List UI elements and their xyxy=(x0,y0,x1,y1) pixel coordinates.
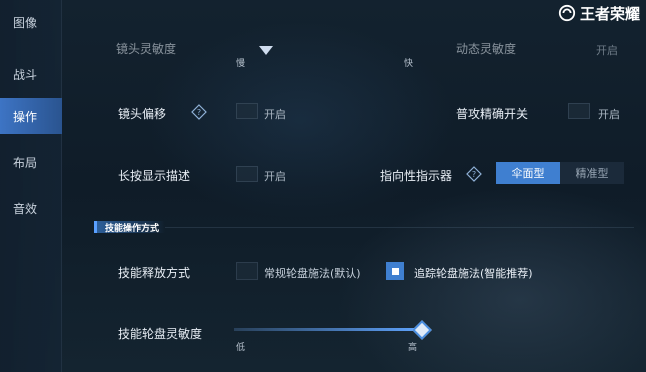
lens-sensitivity-thumb[interactable] xyxy=(259,46,273,55)
release-mode-label: 技能释放方式 xyxy=(118,266,191,280)
sidebar-item-label: 图像 xyxy=(13,15,38,30)
sidebar: 图像 战斗 操作 布局 音效 xyxy=(0,0,62,372)
sidebar-item-combat[interactable]: 战斗 xyxy=(0,56,62,92)
game-logo-icon xyxy=(558,4,576,22)
wheel-sensitivity-label: 技能轮盘灵敏度 xyxy=(118,327,203,341)
watermark-text: 王者荣耀 xyxy=(579,4,640,23)
long-press-desc-checkbox[interactable] xyxy=(236,166,258,182)
long-press-desc-label: 长按显示描述 xyxy=(118,169,191,183)
release-mode-option-b[interactable]: 追踪轮盘施法(智能推荐) xyxy=(414,265,533,281)
wheel-sensitivity-low: 低 xyxy=(236,343,246,353)
directional-indicator-segmented: 伞面型 精准型 xyxy=(496,162,624,184)
help-icon[interactable]: ? xyxy=(191,104,207,120)
sidebar-item-label: 布局 xyxy=(13,155,38,170)
dynamic-sensitivity-toggle[interactable]: 开启 xyxy=(596,42,618,58)
release-mode-option-b-checkbox[interactable] xyxy=(386,262,404,280)
background xyxy=(0,0,646,372)
long-press-desc-value[interactable]: 开启 xyxy=(264,168,286,184)
lens-offset-label: 镜头偏移 xyxy=(118,107,167,121)
section-header: 技能操作方式 xyxy=(94,220,634,234)
watermark: 王者荣耀 xyxy=(558,2,640,24)
section-title: 技能操作方式 xyxy=(94,221,166,234)
indicator-option-umbrella[interactable]: 伞面型 xyxy=(496,162,560,184)
attack-precision-checkbox[interactable] xyxy=(568,103,590,119)
section-divider xyxy=(165,226,634,228)
svg-text:?: ? xyxy=(197,108,201,117)
sidebar-item-graphics[interactable]: 图像 xyxy=(0,4,62,40)
checked-mark-icon xyxy=(391,267,399,275)
release-mode-option-a-checkbox[interactable] xyxy=(236,262,258,280)
sidebar-item-label: 音效 xyxy=(13,201,38,216)
dynamic-sensitivity-label: 动态灵敏度 xyxy=(456,42,517,56)
lens-sensitivity-low: 慢 xyxy=(236,59,246,69)
help-icon[interactable]: ? xyxy=(466,166,482,182)
lens-sensitivity-high: 快 xyxy=(404,59,414,69)
lens-offset-value[interactable]: 开启 xyxy=(264,106,286,122)
sidebar-item-sound[interactable]: 音效 xyxy=(0,190,62,226)
sidebar-item-layout[interactable]: 布局 xyxy=(0,144,62,180)
sidebar-item-label: 战斗 xyxy=(13,67,38,82)
lens-offset-checkbox[interactable] xyxy=(236,103,258,119)
release-mode-option-a[interactable]: 常规轮盘施法(默认) xyxy=(264,265,361,281)
svg-text:?: ? xyxy=(472,170,476,179)
wheel-sensitivity-high: 高 xyxy=(408,343,418,353)
lens-sensitivity-label: 镜头灵敏度 xyxy=(116,42,177,56)
wheel-sensitivity-slider[interactable] xyxy=(234,328,424,331)
indicator-option-precise[interactable]: 精准型 xyxy=(560,162,624,184)
sidebar-item-label: 操作 xyxy=(13,109,38,124)
directional-indicator-label: 指向性指示器 xyxy=(380,169,453,183)
attack-precision-value[interactable]: 开启 xyxy=(598,106,620,122)
attack-precision-label: 普攻精确开关 xyxy=(456,107,529,121)
sidebar-item-controls[interactable]: 操作 xyxy=(0,98,62,134)
